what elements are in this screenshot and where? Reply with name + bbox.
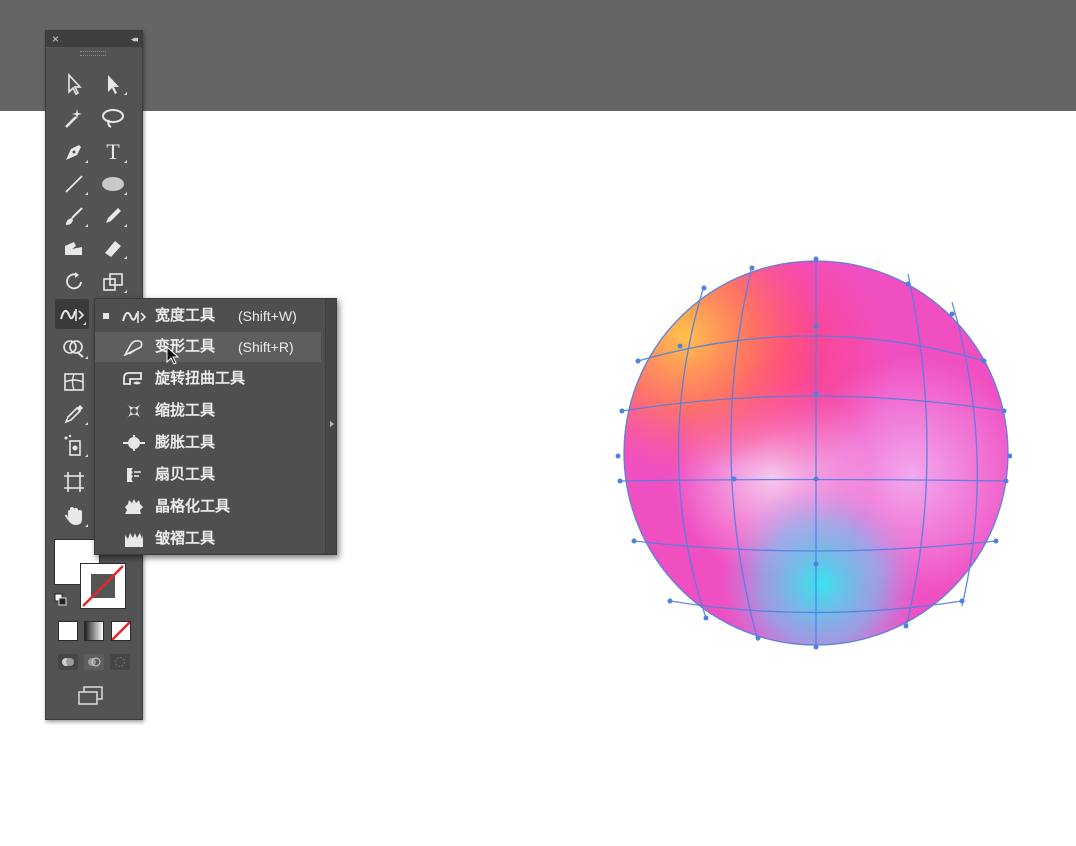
flyout-item-label: 缩拢工具 (155, 402, 216, 419)
pen-icon (66, 145, 81, 160)
direct-selection-tool[interactable] (96, 69, 130, 99)
gradient-mesh-sphere[interactable] (612, 256, 1012, 656)
none-icon (112, 622, 130, 640)
draw-behind-icon (88, 657, 101, 667)
flyout-item-label: 皱褶工具 (155, 530, 216, 547)
draw-normal-icon (62, 658, 74, 666)
paintbrush-tool[interactable] (57, 201, 91, 231)
type-icon: T (106, 139, 120, 164)
line-segment-tool[interactable] (57, 169, 91, 199)
lasso-icon (102, 109, 124, 128)
tearoff-arrow-icon (330, 421, 334, 427)
color-button[interactable] (58, 621, 78, 641)
width-tool[interactable] (55, 299, 89, 329)
hand-icon (65, 507, 82, 525)
liquify-tools-flyout[interactable]: 宽度工具 (Shift+W) 变形工具 (Shift+R) 旋转扭曲工具 缩拢工… (94, 298, 337, 555)
close-icon[interactable]: × (52, 31, 59, 47)
eyedropper-icon (64, 405, 83, 424)
pencil-tool[interactable] (96, 201, 130, 231)
flyout-item-label: 宽度工具 (155, 307, 216, 324)
flyout-item-label: 扇贝工具 (155, 466, 216, 483)
arrow-icon (68, 73, 82, 95)
lasso-tool[interactable] (96, 103, 130, 133)
twirl-icon (123, 372, 142, 385)
panel-grip[interactable] (80, 51, 106, 56)
draw-behind-button[interactable] (84, 654, 104, 670)
ellipse-tool[interactable] (96, 169, 130, 199)
flyout-item-label: 变形工具 (155, 338, 216, 355)
width-icon (60, 309, 85, 321)
pen-tool[interactable] (57, 137, 91, 167)
tools-panel-titlebar[interactable]: × ◂◂ (46, 31, 142, 47)
rotate-tool[interactable] (57, 267, 91, 297)
pencil-icon (106, 208, 121, 223)
direct-arrow-icon (108, 75, 119, 94)
collapse-icon[interactable]: ◂◂ (131, 31, 138, 47)
flyout-item-shortcut: (Shift+W) (238, 308, 297, 324)
selected-bullet-icon (103, 313, 109, 319)
flyout-item-label: 晶格化工具 (155, 498, 231, 515)
hand-tool[interactable] (57, 501, 91, 531)
flyout-item-twirl-tool[interactable]: 旋转扭曲工具 (95, 364, 321, 394)
flyout-tearoff-strip[interactable] (325, 299, 336, 554)
mouse-cursor-icon (166, 346, 180, 365)
width-icon (122, 311, 147, 323)
mesh-icon (64, 373, 84, 391)
flyout-item-label: 旋转扭曲工具 (155, 370, 246, 387)
type-tool[interactable]: T (96, 137, 130, 167)
shape-builder-icon (63, 340, 84, 358)
no-stroke-icon (82, 565, 124, 607)
line-icon (65, 175, 83, 193)
flyout-item-bloat-tool[interactable]: 膨胀工具 (95, 428, 321, 458)
artboard-tool[interactable] (57, 467, 91, 497)
none-button[interactable] (111, 621, 131, 641)
shape-builder-tool[interactable] (57, 333, 91, 363)
crystallize-icon (125, 499, 143, 514)
gradient-button[interactable] (84, 621, 104, 641)
screen-mode-icon (78, 686, 103, 705)
rotate-icon (66, 272, 82, 290)
default-fill-stroke-icon[interactable] (54, 593, 68, 612)
artboard-icon (64, 472, 84, 492)
symbol-sprayer-tool[interactable] (57, 431, 91, 461)
flyout-item-width-tool[interactable]: 宽度工具 (Shift+W) (95, 301, 321, 331)
flyout-item-pucker-tool[interactable]: 缩拢工具 (95, 396, 321, 426)
blob-brush-icon (65, 242, 82, 255)
pasteboard-area (0, 0, 1076, 111)
eraser-icon (105, 241, 121, 257)
screen-mode-button[interactable] (76, 685, 106, 712)
warp-icon (123, 340, 143, 356)
eraser-tool[interactable] (96, 233, 130, 263)
mesh-tool[interactable] (57, 367, 91, 397)
scale-tool[interactable] (96, 267, 130, 297)
pucker-icon (127, 404, 141, 418)
flyout-item-warp-tool[interactable]: 变形工具 (Shift+R) (95, 332, 321, 362)
draw-inside-button[interactable] (110, 654, 130, 670)
stroke-swatch[interactable] (80, 563, 126, 609)
scale-icon (103, 273, 123, 291)
flyout-item-shortcut: (Shift+R) (238, 339, 294, 355)
brush-icon (66, 207, 83, 225)
draw-inside-icon (115, 657, 125, 667)
scallop-icon (127, 468, 141, 482)
flyout-item-label: 膨胀工具 (155, 434, 216, 451)
eyedropper-tool[interactable] (57, 399, 91, 429)
magic-wand-tool[interactable] (57, 103, 91, 133)
draw-normal-button[interactable] (58, 654, 78, 670)
flyout-item-crystallize-tool[interactable]: 晶格化工具 (95, 492, 321, 522)
blob-brush-tool[interactable] (57, 233, 91, 263)
symbol-sprayer-icon (64, 434, 81, 456)
flyout-item-scallop-tool[interactable]: 扇贝工具 (95, 460, 321, 490)
selection-tool[interactable] (57, 69, 91, 99)
ellipse-icon (102, 177, 124, 191)
flyout-item-wrinkle-tool[interactable]: 皱褶工具 (95, 524, 321, 554)
bloat-icon (123, 435, 145, 451)
wrinkle-icon (125, 533, 143, 547)
magic-wand-icon (65, 109, 82, 128)
